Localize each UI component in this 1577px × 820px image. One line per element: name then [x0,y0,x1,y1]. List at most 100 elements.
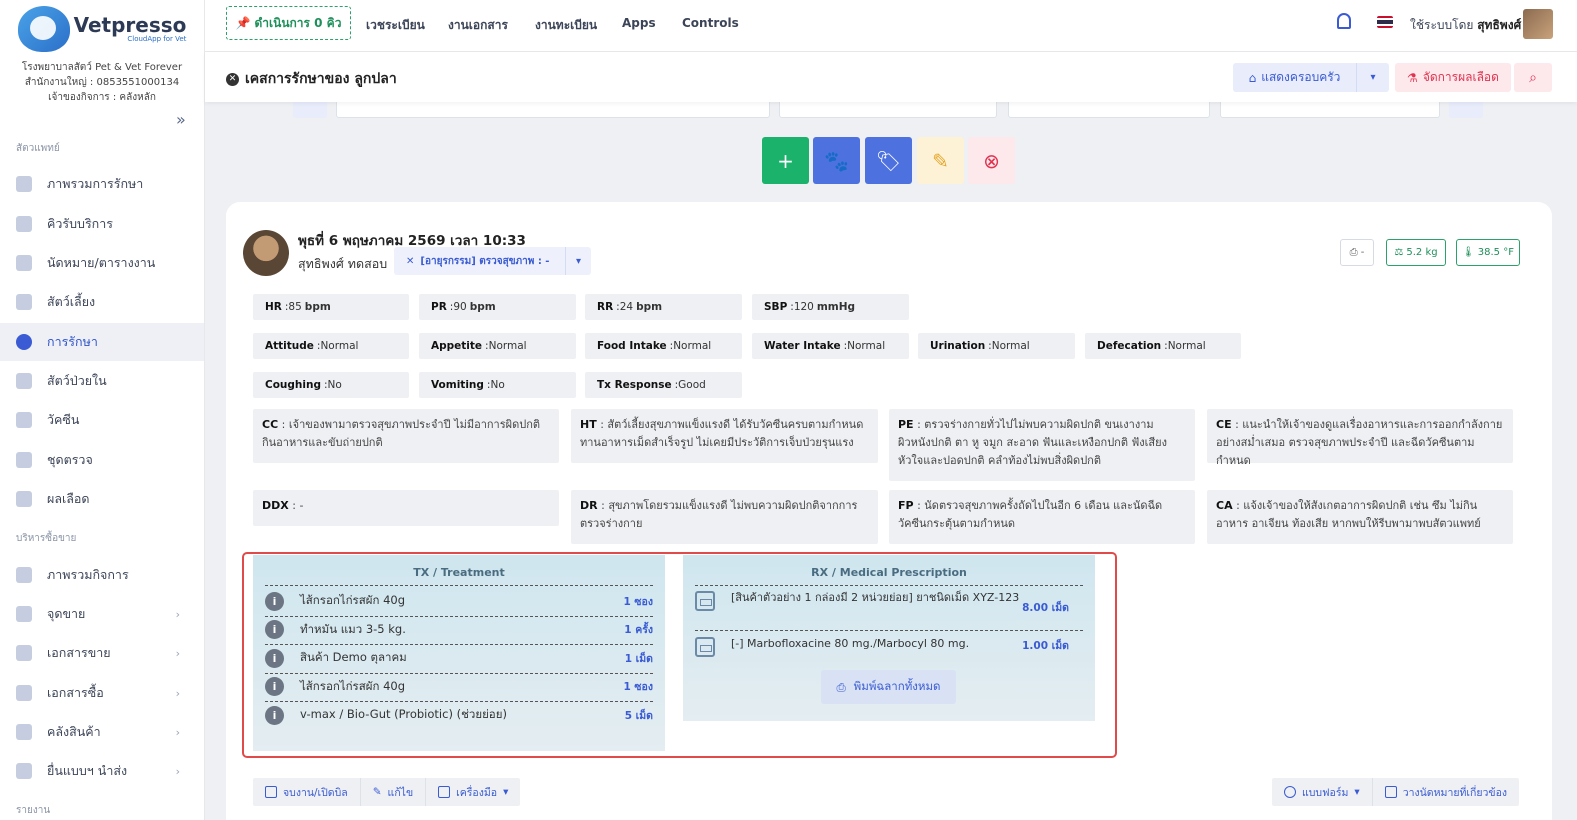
info-icon[interactable]: i [265,677,284,697]
show-family-button[interactable]: ⌂ แสดงครอบครัว [1233,63,1356,92]
close-bill-button[interactable]: จบงาน/เปิดบิล [253,778,361,806]
calendar-icon [16,255,32,271]
sidebar-item[interactable]: ภาพรวมกิจการ [0,556,204,594]
sidebar-item[interactable]: นัดหมาย/ตารางงาน [0,244,204,282]
print-label-icon[interactable] [695,637,715,657]
flask-icon [16,491,32,507]
chevron-down-icon[interactable]: ▾ [1356,63,1389,92]
thermometer-icon: 🌡 [1462,247,1475,258]
tag-button[interactable]: 🏷 [865,137,912,184]
nav-controls[interactable]: Controls [682,16,739,30]
page-title: ✕ เคสการรักษาของ ลูกปลา [226,68,397,90]
edit-case-button[interactable]: ✎ [917,137,964,184]
sidebar-item[interactable]: สัตว์ป่วยใน [0,362,204,400]
treatment-item[interactable]: i ไส้กรอกไก่รสผัก 40g 1 ซอง [265,674,653,700]
queue-button[interactable]: 📌 ดำเนินการ 0 คิว [226,6,351,40]
sidebar-item-label: ยื่นแบบฯ นำส่ง [47,763,128,778]
nav-medical-records[interactable]: เวชระเบียน [366,16,425,35]
weight-badge[interactable]: ⚖ 5.2 kg [1386,239,1446,266]
forms-dropdown[interactable]: แบบฟอร์ม ▾ [1272,778,1373,806]
treatment-item[interactable]: i v-max / Bio-Gut (Probiotic) (ช่วยย่อย) 5… [265,702,653,728]
sidebar-item[interactable]: สัตว์เลี้ยง [0,283,204,321]
sidebar-item[interactable]: คิวรับบริการ [0,205,204,243]
sidebar-item[interactable]: ยื่นแบบฯ นำส่ง › [0,752,204,790]
search-icon[interactable]: ⌕ [1514,63,1552,92]
rx-item[interactable]: [-] Marbofloxacine 80 mg./Marbocyl 80 mg… [695,635,1083,657]
nav-registration[interactable]: งานทะเบียน [535,16,597,35]
nav-apps[interactable]: Apps [622,16,656,30]
paw-icon [16,294,32,310]
print-dropdown-label: - [1360,247,1365,258]
info-icon[interactable]: i [265,620,284,640]
user-label[interactable]: ใช้ระบบโดย สุทธิพงศ์ [1410,16,1521,35]
sidebar-item[interactable]: ชุดตรวจ [0,441,204,479]
add-treatment-button[interactable]: + [762,137,809,184]
obs-appetite: Appetite: Normal [419,333,576,359]
sidebar-item-label: การรักษา [47,334,98,349]
business-overview-icon [16,567,32,583]
print-label-icon[interactable] [695,591,715,611]
sidebar-collapse-icon[interactable]: » [176,110,186,129]
edit-icon: ✎ [932,148,949,173]
clipboard-icon [438,786,451,798]
edit-button[interactable]: ✎ แก้ไข [361,778,427,806]
visit-type-select[interactable]: ✕ [อายุรกรรม] ตรวจสุขภาพ : - ▾ [394,247,591,275]
print-dropdown[interactable]: ⎙ - [1340,239,1374,266]
info-icon[interactable]: i [265,648,284,668]
nav-documents[interactable]: งานเอกสาร [448,16,508,35]
sidebar-item[interactable]: เอกสารซื้อ › [0,674,204,712]
sidebar-item[interactable]: เอกสารขาย › [0,634,204,672]
chevron-right-icon: › [175,686,180,700]
sidebar-item-label: ผลเลือด [47,491,90,506]
delete-case-button[interactable]: ⊗ [968,137,1015,184]
queue-icon [16,216,32,232]
bell-icon[interactable] [1337,13,1351,29]
sidebar-item[interactable]: ผลเลือด [0,480,204,518]
treatment-item-qty: 1 เม็ด [624,652,653,665]
weight-value: 5.2 kg [1406,247,1438,258]
sidebar-item[interactable]: จุดขาย › [0,595,204,633]
rx-item[interactable]: [สินค้าตัวอย่าง 1 กล่องมี 2 หน่วยย่อย] ย… [695,589,1083,614]
sidebar-item[interactable]: คลังสินค้า › [0,713,204,751]
syringe-icon [16,412,32,428]
test-kit-icon [16,452,32,468]
manage-blood-results-button[interactable]: ⚗ จัดการผลเลือด [1395,63,1511,92]
inpatient-icon [16,373,32,389]
divider [265,585,653,586]
sidebar-item[interactable]: ภาพรวมการรักษา [0,165,204,203]
flask-icon: ⚗ [1407,70,1418,85]
sidebar-item[interactable]: วัคซีน [0,401,204,439]
logo-area: Vetpresso CloudApp for Vet โรงพยาบาลสัตว… [0,0,204,105]
tools-dropdown[interactable]: เครื่องมือ ▾ [426,778,520,806]
pet-button[interactable]: 🐾 [813,137,860,184]
obs-urination: Urination: Normal [918,333,1075,359]
logo-text: Vetpresso [73,13,187,37]
rx-item-name: [-] Marbofloxacine 80 mg./Marbocyl 80 mg… [731,637,970,650]
cash-register-icon [265,786,277,798]
info-icon[interactable]: i [265,705,284,725]
sidebar-item[interactable]: การรักษา [0,323,204,361]
chevron-down-icon[interactable]: ▾ [565,247,591,275]
print-all-labels-button[interactable]: ⎙ พิมพ์ฉลากทั้งหมด [821,670,956,704]
treatment-item[interactable]: i ไส้กรอกไก่รสผัก 40g 1 ซอง [265,588,653,614]
thai-flag-icon[interactable] [1377,16,1393,28]
treatment-item-name: v-max / Bio-Gut (Probiotic) (ช่วยย่อย) [300,707,507,722]
treatment-item[interactable]: i ทำหมัน แมว 3-5 kg. 1 ครั้ง [265,617,653,643]
tag-icon: 🏷 [875,148,902,173]
related-appointment-button[interactable]: วางนัดหมายที่เกี่ยวข้อง [1373,778,1519,806]
logo[interactable]: Vetpresso CloudApp for Vet [0,6,204,52]
info-icon[interactable]: i [265,591,284,611]
treatment-item-name: ไส้กรอกไก่รสผัก 40g [300,593,406,607]
chevron-right-icon: › [175,607,180,621]
sidebar-item-label: คิวรับบริการ [47,216,113,231]
treatment-item-qty: 1 ซอง [623,681,653,694]
show-family-label: แสดงครอบครัว [1261,70,1341,84]
treatment-item[interactable]: i สินค้า Demo ตุลาคม 1 เม็ด [265,645,653,671]
obs-attitude: Attitude: Normal [253,333,409,359]
avatar[interactable] [1523,9,1553,39]
vital-sbp: SBP: 120 mmHg [752,294,909,320]
note-pe: PE : ตรวจร่างกายทั่วไปไม่พบความผิดปกติ ข… [889,409,1195,481]
temperature-badge[interactable]: 🌡 38.5 °F [1456,239,1520,266]
chevron-right-icon: › [175,646,180,660]
sidebar-item-label: สัตว์เลี้ยง [47,294,96,309]
